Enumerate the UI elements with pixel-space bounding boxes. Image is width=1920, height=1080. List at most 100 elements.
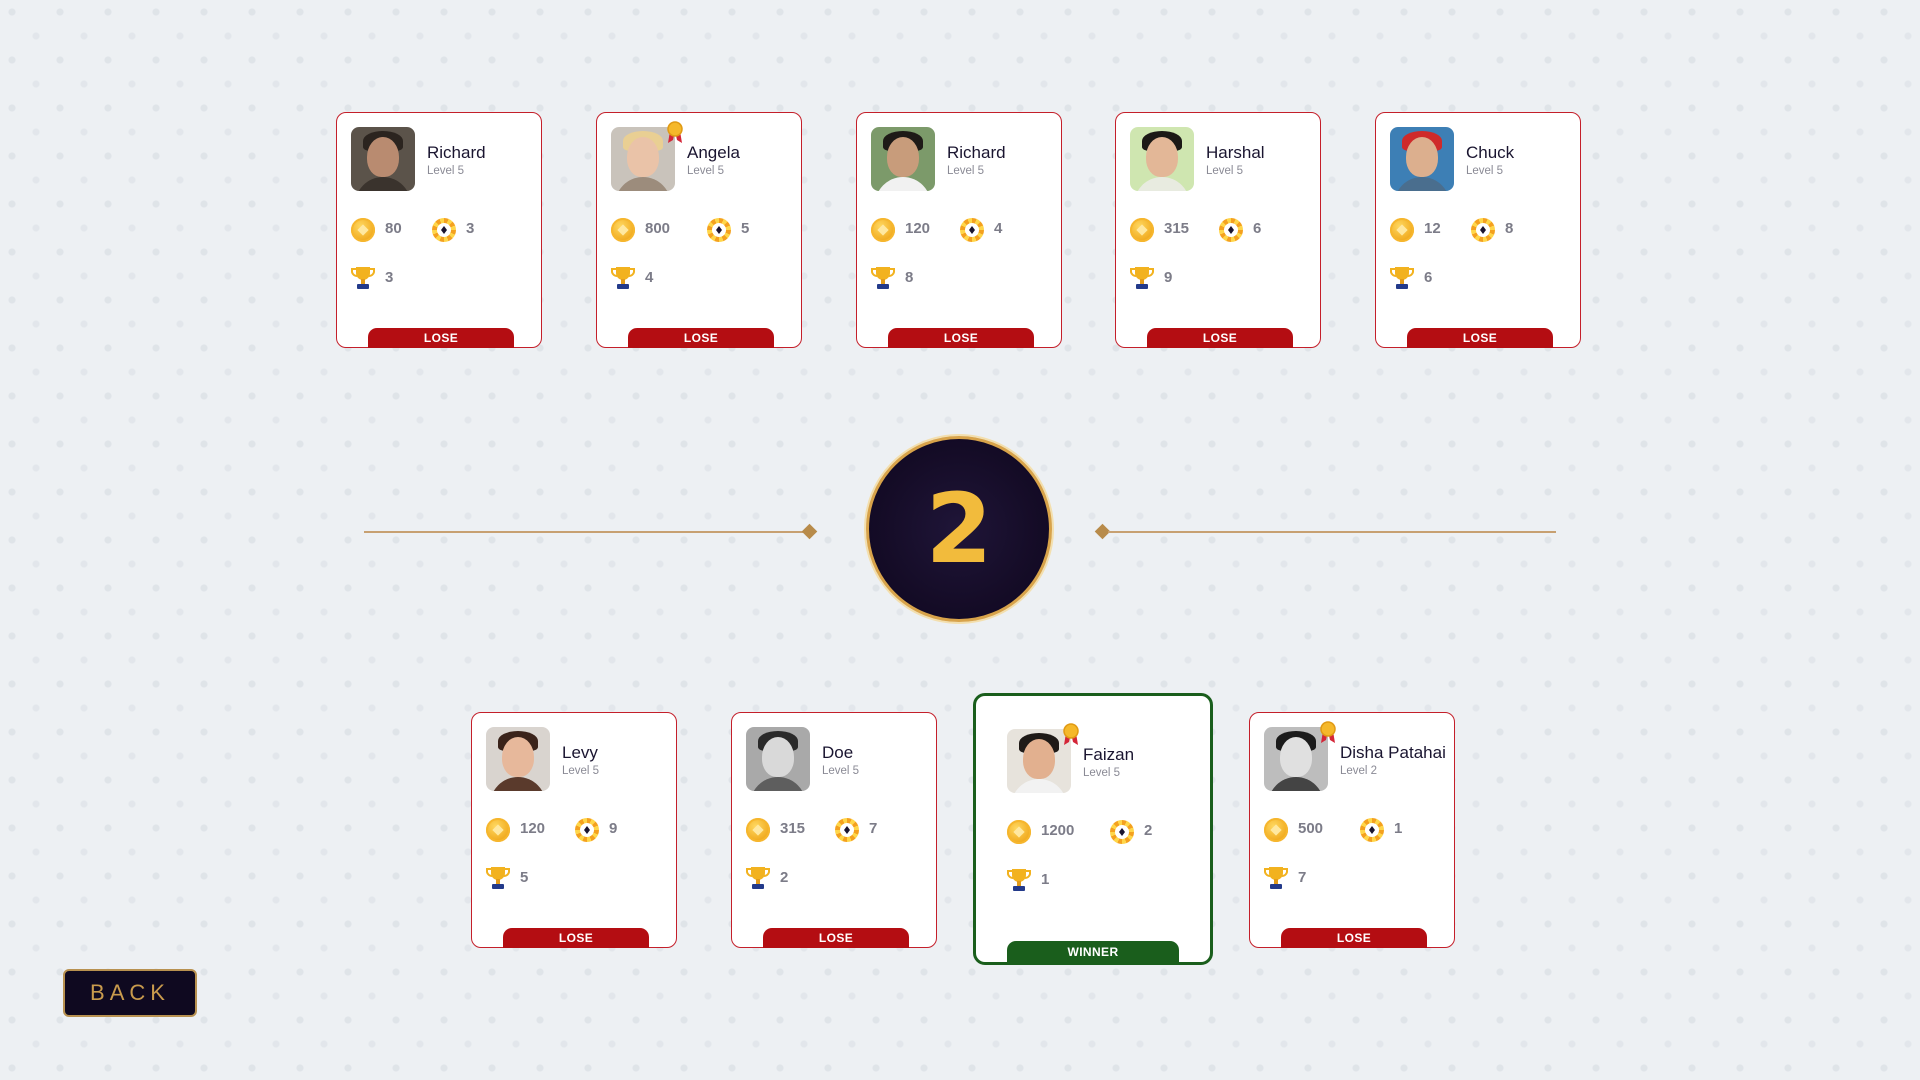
divider-line-right xyxy=(1108,531,1556,533)
player-card[interactable]: Disha Patahai Level 2 500 1 7 LOSE xyxy=(1249,712,1455,948)
result-badge: LOSE xyxy=(368,328,514,348)
coin-icon xyxy=(746,818,770,842)
chip-icon xyxy=(1110,820,1134,844)
coin-icon xyxy=(351,218,375,242)
trophy-icon xyxy=(746,867,770,889)
chip-count: 7 xyxy=(869,820,878,837)
chip-count: 1 xyxy=(1394,820,1403,837)
chip-count: 9 xyxy=(609,820,618,837)
trophy-count: 5 xyxy=(520,869,529,886)
player-avatar xyxy=(1130,127,1194,191)
trophy-icon xyxy=(1007,869,1031,891)
player-card[interactable]: Richard Level 5 80 3 3 LOSE xyxy=(336,112,542,348)
medal-icon xyxy=(1320,721,1336,743)
trophy-icon xyxy=(1390,267,1414,289)
winner-badge: WINNER xyxy=(1007,941,1179,963)
player-card[interactable]: Chuck Level 5 12 8 6 LOSE xyxy=(1375,112,1581,348)
player-card[interactable]: Richard Level 5 120 4 8 LOSE xyxy=(856,112,1062,348)
chip-icon xyxy=(960,218,984,242)
player-avatar xyxy=(746,727,810,791)
trophy-count: 4 xyxy=(645,269,654,286)
chip-count: 2 xyxy=(1144,822,1153,839)
coin-count: 315 xyxy=(780,820,806,837)
player-level: Level 5 xyxy=(1083,767,1121,779)
coin-count: 120 xyxy=(905,220,931,237)
coin-icon xyxy=(1390,218,1414,242)
trophy-count: 9 xyxy=(1164,269,1173,286)
player-name: Disha Patahai xyxy=(1340,743,1446,762)
chip-count: 5 xyxy=(741,220,750,237)
player-level: Level 2 xyxy=(1340,765,1378,777)
player-avatar xyxy=(486,727,550,791)
medal-icon xyxy=(667,121,683,143)
coin-count: 500 xyxy=(1298,820,1324,837)
coin-icon xyxy=(486,818,510,842)
result-badge: LOSE xyxy=(763,928,909,948)
chip-count: 4 xyxy=(994,220,1003,237)
chip-icon xyxy=(707,218,731,242)
player-card-winner[interactable]: Faizan Level 5 1200 2 1 WINNER xyxy=(973,693,1213,965)
result-badge: LOSE xyxy=(628,328,774,348)
player-name: Doe xyxy=(822,743,854,762)
trophy-count: 6 xyxy=(1424,269,1433,286)
player-card[interactable]: Doe Level 5 315 7 2 LOSE xyxy=(731,712,937,948)
player-name: Angela xyxy=(687,143,740,162)
chip-count: 3 xyxy=(466,220,475,237)
player-card[interactable]: Angela Level 5 800 5 4 LOSE xyxy=(596,112,802,348)
player-card[interactable]: Harshal Level 5 315 6 9 LOSE xyxy=(1115,112,1321,348)
divider-line-left xyxy=(364,531,809,533)
coin-count: 315 xyxy=(1164,220,1190,237)
player-name: Richard xyxy=(427,143,486,162)
coin-count: 1200 xyxy=(1041,822,1075,839)
result-badge: LOSE xyxy=(503,928,649,948)
result-badge: LOSE xyxy=(1407,328,1553,348)
chip-count: 8 xyxy=(1505,220,1514,237)
player-level: Level 5 xyxy=(687,165,725,177)
chip-icon xyxy=(835,818,859,842)
player-name: Faizan xyxy=(1083,745,1135,764)
player-name: Harshal xyxy=(1206,143,1265,162)
coin-icon xyxy=(1264,818,1288,842)
trophy-icon xyxy=(486,867,510,889)
trophy-count: 7 xyxy=(1298,869,1307,886)
player-avatar xyxy=(1390,127,1454,191)
player-level: Level 5 xyxy=(1206,165,1244,177)
trophy-icon xyxy=(1130,267,1154,289)
coin-icon xyxy=(871,218,895,242)
player-level: Level 5 xyxy=(562,765,600,777)
chip-icon xyxy=(432,218,456,242)
player-level: Level 5 xyxy=(427,165,465,177)
result-badge: LOSE xyxy=(1147,328,1293,348)
result-badge: LOSE xyxy=(1281,928,1427,948)
player-avatar xyxy=(351,127,415,191)
medal-icon xyxy=(1063,723,1079,745)
player-name: Richard xyxy=(947,143,1006,162)
coin-count: 120 xyxy=(520,820,546,837)
player-card[interactable]: Levy Level 5 120 9 5 LOSE xyxy=(471,712,677,948)
coin-icon xyxy=(611,218,635,242)
trophy-icon xyxy=(351,267,375,289)
chip-icon xyxy=(575,818,599,842)
player-level: Level 5 xyxy=(822,765,860,777)
divider-diamond-left xyxy=(801,523,818,540)
chip-icon xyxy=(1471,218,1495,242)
chip-icon xyxy=(1219,218,1243,242)
back-button[interactable]: BACK xyxy=(63,969,197,1017)
coin-icon xyxy=(1007,820,1031,844)
player-name: Levy xyxy=(562,743,598,762)
coin-count: 12 xyxy=(1424,220,1441,237)
trophy-icon xyxy=(611,267,635,289)
player-avatar xyxy=(871,127,935,191)
trophy-count: 2 xyxy=(780,869,789,886)
trophy-icon xyxy=(871,267,895,289)
player-level: Level 5 xyxy=(947,165,985,177)
chip-count: 6 xyxy=(1253,220,1262,237)
trophy-icon xyxy=(1264,867,1288,889)
trophy-count: 1 xyxy=(1041,871,1050,888)
player-name: Chuck xyxy=(1466,143,1515,162)
player-level: Level 5 xyxy=(1466,165,1504,177)
coin-count: 80 xyxy=(385,220,402,237)
result-badge: LOSE xyxy=(888,328,1034,348)
coin-count: 800 xyxy=(645,220,671,237)
round-number-badge: 2 xyxy=(866,436,1052,622)
